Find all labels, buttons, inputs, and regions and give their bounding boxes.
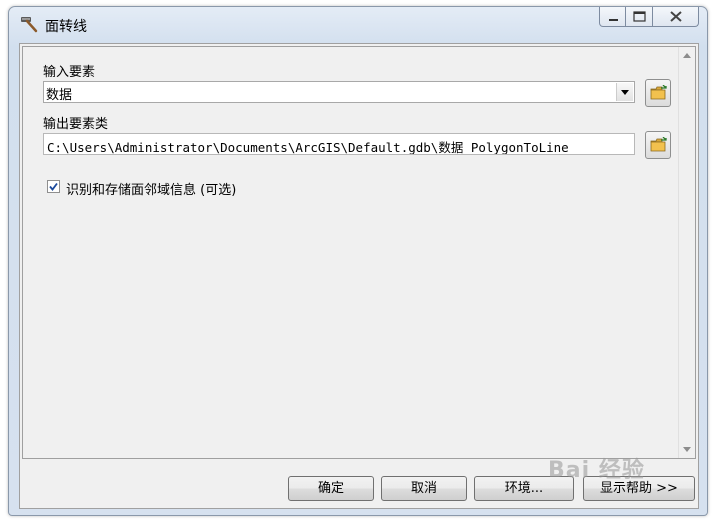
checkmark-icon	[49, 182, 58, 191]
open-folder-icon	[650, 137, 667, 152]
browse-input-button[interactable]	[645, 79, 671, 107]
maximize-button[interactable]	[626, 7, 653, 27]
vertical-scrollbar[interactable]	[678, 47, 695, 458]
window-controls	[599, 7, 699, 29]
chevron-down-icon[interactable]	[616, 83, 633, 101]
maximize-icon	[633, 11, 646, 22]
minimize-button[interactable]	[599, 7, 626, 27]
output-feature-class-field[interactable]: C:\Users\Administrator\Documents\ArcGIS\…	[43, 133, 635, 155]
neighbor-info-checkbox[interactable]	[47, 180, 60, 193]
neighbor-info-label: 识别和存储面邻域信息 (可选)	[66, 183, 237, 198]
browse-output-button[interactable]	[645, 131, 671, 159]
ok-button[interactable]: 确定	[288, 476, 374, 501]
environments-button[interactable]: 环境...	[474, 476, 574, 501]
hammer-icon	[19, 15, 39, 33]
output-feature-class-label: 输出要素类	[43, 117, 109, 132]
open-folder-icon	[650, 85, 667, 100]
scroll-up-icon[interactable]	[683, 53, 691, 58]
minimize-icon	[609, 19, 618, 21]
close-icon	[670, 11, 682, 22]
input-features-value: 数据	[46, 88, 73, 103]
parameters-panel: 输入要素 数据 输出要素类 C:\Users\Administrator\Doc…	[22, 46, 696, 459]
dialog-client-area: 输入要素 数据 输出要素类 C:\Users\Administrator\Doc…	[19, 43, 699, 509]
window-title: 面转线	[45, 19, 87, 35]
input-features-combobox[interactable]: 数据	[43, 81, 635, 103]
show-help-button[interactable]: 显示帮助 >>	[583, 476, 695, 501]
scroll-down-icon[interactable]	[683, 447, 691, 452]
close-button[interactable]	[653, 7, 699, 27]
cancel-button[interactable]: 取消	[381, 476, 467, 501]
title-bar[interactable]: 面转线	[9, 7, 707, 41]
input-features-label: 输入要素	[43, 65, 96, 80]
dialog-window: 面转线 输入要素 数据 输出要素类 C:\Users\Administrator…	[8, 6, 708, 516]
